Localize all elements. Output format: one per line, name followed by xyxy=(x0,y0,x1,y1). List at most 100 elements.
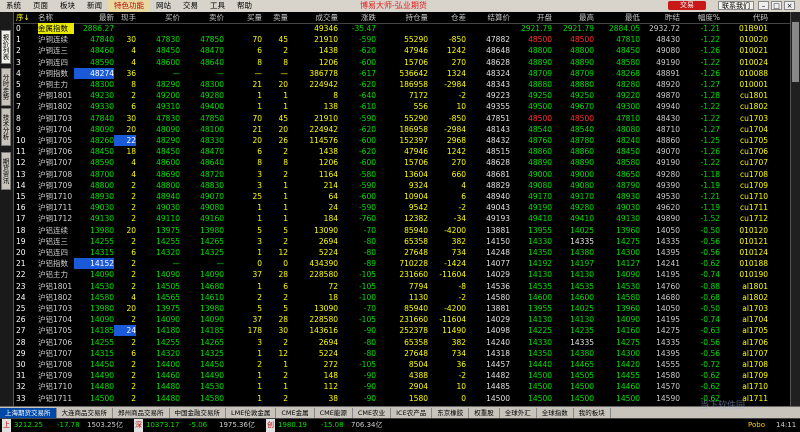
side-tab-2[interactable]: 技术分析 xyxy=(1,108,11,146)
table-row[interactable]: 7 沪铜1802 49330 6 49310 49400 1 1 138 -610 556 10 493… xyxy=(14,101,790,112)
table-row[interactable]: 20 沪铝连四 14315 6 14320 14325 1 12 5224 -80 27648 734… xyxy=(14,247,790,258)
cell-chg: -105 xyxy=(358,315,376,325)
exchange-tab-3[interactable]: 中国金融交易所 xyxy=(170,407,226,419)
header-oi[interactable]: 持仓量 xyxy=(376,12,429,23)
table-row[interactable]: 25 沪铝1703 13980 20 13975 13980 5 5 13090 -70 85940… xyxy=(14,303,790,314)
menu-item-8[interactable]: 帮助 xyxy=(231,0,258,12)
header-aq[interactable]: 卖量 xyxy=(262,12,288,23)
cell-idx: 5 xyxy=(16,80,21,89)
header-pct[interactable]: 幅度% xyxy=(680,12,720,23)
menu-item-4[interactable]: 特色功能 xyxy=(108,0,150,12)
exchange-tab-4[interactable]: LME伦敦金属 xyxy=(226,407,277,419)
table-row[interactable]: 18 沪铝连续 13980 20 13975 13980 5 5 13090 -70 85940 -4… xyxy=(14,225,790,236)
exchange-tab-7[interactable]: CME农业 xyxy=(353,407,392,419)
exchange-tab-6[interactable]: CME能源 xyxy=(315,407,353,419)
header-chg[interactable]: 涨跌 xyxy=(338,12,376,23)
maximize-icon[interactable]: □ xyxy=(771,1,782,10)
exchange-tab-2[interactable]: 郑州商品交易所 xyxy=(113,407,170,419)
cell-last: 14255 xyxy=(90,337,114,347)
table-row[interactable]: 13 沪铜1708 48700 4 48690 48720 3 2 1164 -580 13604 6… xyxy=(14,169,790,180)
table-row[interactable]: 1 沪铜连续 47840 30 47830 47850 70 45 21910 -590 55290… xyxy=(14,34,790,45)
header-settle[interactable]: 结算价 xyxy=(466,12,511,23)
cell-last: 48090 xyxy=(90,124,114,134)
header-bid[interactable]: 买价 xyxy=(138,12,180,23)
side-tab-0[interactable]: 报价列表 xyxy=(1,30,11,64)
cell-code: 010188 xyxy=(739,259,768,269)
table-row[interactable]: 32 沪铝1710 14480 2 14480 14530 1 1 112 -90 2904 10 14… xyxy=(14,381,790,392)
side-tab-1[interactable]: 分时走势 xyxy=(1,68,11,106)
table-row[interactable]: 8 沪铜1703 47840 30 47830 47850 70 45 21910 -590 552… xyxy=(14,113,790,124)
table-row[interactable]: 22 沪铝主力 14090 2 14090 14090 37 28 228580 -105 2316… xyxy=(14,269,790,280)
table-row[interactable]: 29 沪铝1707 14315 6 14320 14325 1 12 5224 -80 27648 7… xyxy=(14,348,790,359)
minimize-icon[interactable]: – xyxy=(758,1,769,10)
vertical-scrollbar[interactable] xyxy=(790,12,800,406)
menu-item-1[interactable]: 页面 xyxy=(27,0,54,12)
table-row[interactable]: 26 沪铝1704 14090 2 14090 14090 37 28 228580 -105 23… xyxy=(14,314,790,325)
table-row[interactable]: 14 沪铜1709 48800 2 48800 48830 3 1 214 -590 9324 4 48… xyxy=(14,180,790,191)
header-name[interactable]: 名称 xyxy=(38,12,74,23)
table-row[interactable]: 19 沪铝连三 14255 2 14255 14265 3 2 2694 -80 65358 382 1… xyxy=(14,236,790,247)
table-row[interactable]: 0 金属指数 2886.27 49346 -35.47 2921.79 2921.79 288… xyxy=(14,23,790,34)
table-row[interactable]: 28 沪铝1706 14255 2 14255 14265 3 2 2694 -80 65358 38… xyxy=(14,337,790,348)
header-high[interactable]: 最高 xyxy=(552,12,594,23)
table-row[interactable]: 15 沪铜1710 48930 2 48940 49070 25 1 64 -600 10904 6 4… xyxy=(14,191,790,202)
menu-item-3[interactable]: 新闻 xyxy=(81,0,108,12)
cell-open: 49080 xyxy=(528,180,552,190)
menu-item-2[interactable]: 板块 xyxy=(54,0,81,12)
table-row[interactable]: 2 沪铜连三 48460 4 48450 48470 6 2 1438 -620 47946 1242… xyxy=(14,45,790,56)
header-doi[interactable]: 仓差 xyxy=(428,12,466,23)
cell-pct: -0.56 xyxy=(700,337,720,347)
menu-item-5[interactable]: 网站 xyxy=(150,0,177,12)
trade-button[interactable]: 交易 xyxy=(668,1,706,10)
table-row[interactable]: 21 沪铝指数 14152 2 — — 0 0 434390 -89 710228 -1424 1407… xyxy=(14,258,790,270)
exchange-tab-5[interactable]: CME金属 xyxy=(276,407,315,419)
cell-chg: -105 xyxy=(358,270,376,280)
exchange-tab-10[interactable]: 权重股 xyxy=(469,407,500,419)
table-row[interactable]: 23 沪铝1801 14530 2 14505 14680 1 6 72 -105 7794 -8 14… xyxy=(14,281,790,292)
table-row[interactable]: 17 沪铜1712 49130 2 49110 49160 1 1 184 -760 12382 -3… xyxy=(14,213,790,224)
header-low[interactable]: 最低 xyxy=(594,12,640,23)
table-row[interactable]: 31 沪铝1709 14490 2 14460 14490 1 2 148 -90 4388 -2 14… xyxy=(14,370,790,381)
table-row[interactable]: 30 沪铝1708 14450 2 14400 14450 2 1 272 -105 8504 36 1… xyxy=(14,359,790,370)
exchange-tab-1[interactable]: 大连商品交易所 xyxy=(57,407,113,419)
table-row[interactable]: 11 沪铜1706 48450 18 48450 48470 6 2 1438 -620 47946… xyxy=(14,146,790,157)
header-prev[interactable]: 昨结 xyxy=(640,12,680,23)
header-open[interactable]: 开盘 xyxy=(510,12,552,23)
header-bq[interactable]: 买量 xyxy=(224,12,262,23)
header-ask[interactable]: 卖价 xyxy=(180,12,224,23)
exchange-tab-9[interactable]: 东京橡胶 xyxy=(432,407,470,419)
table-row[interactable]: 5 沪铜主力 48300 8 48290 48300 21 20 224942 -620 18695… xyxy=(14,79,790,90)
close-icon[interactable]: × xyxy=(784,1,795,10)
exchange-tab-8[interactable]: ICE农产品 xyxy=(391,407,433,419)
table-row[interactable]: 9 沪铜1704 48090 20 48090 48100 21 20 224942 -620 18… xyxy=(14,124,790,135)
table-row[interactable]: 27 沪铝1705 14185 24 14180 14185 178 30 143616 -90 2… xyxy=(14,325,790,337)
menu-item-0[interactable]: 系统 xyxy=(0,0,27,12)
cell-chg: -620 xyxy=(358,80,376,89)
side-tab-3[interactable]: 期货资讯 xyxy=(1,152,11,190)
table-row[interactable]: 16 沪铜1711 49030 2 49030 49080 1 1 24 -590 9542 -2 49… xyxy=(14,202,790,213)
table-row[interactable]: 12 沪铜1707 48590 4 48600 48640 8 8 1206 -600 15706 2… xyxy=(14,157,790,168)
header-vol[interactable]: 现手 xyxy=(114,12,136,23)
scrollbar-thumb[interactable] xyxy=(792,22,799,82)
table-row[interactable]: 4 沪铜指数 48274 36 — — — — 386778 -617 536642 1324 4832… xyxy=(14,67,790,79)
contact-button[interactable]: 联系我们 xyxy=(718,1,754,10)
header-code[interactable]: 代码 xyxy=(722,12,768,23)
table-row[interactable]: 33 沪铝1711 14500 2 14480 14580 1 2 38 -90 1580 0 1450… xyxy=(14,393,790,404)
header-idx[interactable]: 序↓ xyxy=(14,12,38,23)
header-tvol[interactable]: 成交量 xyxy=(288,12,339,23)
header-last[interactable]: 最新 xyxy=(74,12,114,23)
menu-item-6[interactable]: 交易 xyxy=(177,0,204,12)
table-row[interactable]: 6 沪铜1801 49230 2 49200 49280 1 1 8 -640 7172 -2 4922… xyxy=(14,90,790,101)
menu-item-7[interactable]: 工具 xyxy=(204,0,231,12)
exchange-tab-0[interactable]: 上海期货交易所 xyxy=(0,407,57,419)
cell-last: 48450 xyxy=(90,147,114,157)
table-row[interactable]: 3 沪铜连四 48590 4 48600 48640 8 8 1206 -600 15706 270 4… xyxy=(14,57,790,68)
exchange-tab-11[interactable]: 全球外汇 xyxy=(500,407,537,419)
cell-doi xyxy=(428,23,466,34)
cell-high: 14197 xyxy=(570,259,594,269)
cell-bq: 2 xyxy=(257,292,262,302)
exchange-tab-12[interactable]: 全球指数 xyxy=(537,407,574,419)
table-row[interactable]: 10 沪铜1705 48260 22 48290 48330 20 26 114576 -600 1… xyxy=(14,135,790,146)
exchange-tab-13[interactable]: 我的板块 xyxy=(574,407,611,419)
table-row[interactable]: 24 沪铝1802 14580 4 14565 14610 2 2 18 -100 1130 -2 14… xyxy=(14,292,790,303)
